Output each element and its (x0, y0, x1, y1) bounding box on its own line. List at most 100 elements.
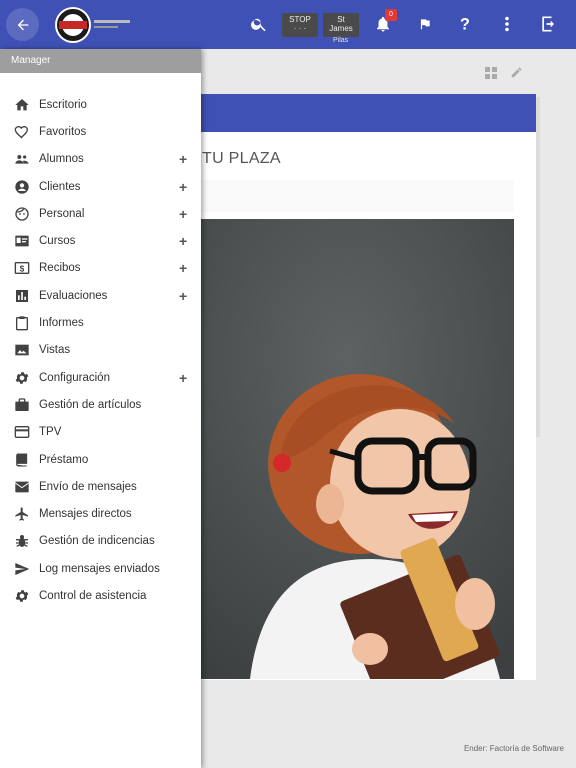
envelope-icon (14, 479, 30, 495)
center-selector-button[interactable]: STOP · · · (282, 13, 318, 37)
bar-chart-icon (14, 288, 30, 304)
menu-item[interactable]: Mensajes directos (0, 500, 201, 527)
menu-item[interactable]: Informes (0, 309, 201, 336)
dollar-bill-icon: $ (14, 260, 30, 276)
book-icon (14, 452, 30, 468)
card-divider (180, 180, 514, 212)
search-button[interactable] (247, 12, 271, 36)
svg-text:$: $ (20, 265, 25, 274)
edit-button[interactable] (510, 66, 523, 84)
footer-credit: Ender: Factoría de Software (463, 744, 564, 753)
svg-text:?: ? (460, 15, 470, 33)
menu-item-label: Alumnos (39, 153, 84, 166)
scrollbar[interactable] (536, 97, 540, 437)
menu-item-label: Personal (39, 207, 85, 220)
dashboard-view-button[interactable] (485, 66, 497, 84)
menu-item[interactable]: Gestión de artículos (0, 391, 201, 418)
airplane-icon (14, 506, 30, 522)
menu-item-label: Informes (39, 317, 84, 330)
menu-item-label: TPV (39, 426, 62, 439)
menu-item[interactable]: Escritorio (0, 91, 201, 118)
school-logo[interactable] (54, 6, 136, 44)
center-selector-line1: STOP (289, 15, 311, 24)
menu-item-label: Vistas (39, 344, 71, 357)
menu-item[interactable]: Clientes + (0, 173, 201, 200)
bug-icon (14, 533, 30, 549)
app-bar: STOP · · · St James Pilas 0 ? (0, 0, 576, 49)
menu-item-label: Envío de mensajes (39, 480, 137, 493)
card-title: TU PLAZA (202, 150, 281, 167)
logout-button[interactable] (537, 12, 561, 36)
expand-plus-icon[interactable]: + (179, 233, 187, 249)
menu-item-label: Gestión de artículos (39, 398, 142, 411)
menu-item-label: Gestión de indicencias (39, 535, 155, 548)
menu-item-label: Evaluaciones (39, 289, 108, 302)
menu-item-label: Favoritos (39, 125, 87, 138)
school-selector-sub: Pilas (333, 37, 349, 44)
school-selector-line1: St (337, 15, 345, 24)
menu-item-label: Log mensajes enviados (39, 562, 160, 575)
menu-item-label: Configuración (39, 371, 110, 384)
menu-item[interactable]: Alumnos + (0, 146, 201, 173)
menu-item[interactable]: Vistas (0, 337, 201, 364)
face-icon (14, 206, 30, 222)
pencil-icon (511, 67, 522, 78)
expand-plus-icon[interactable]: + (179, 370, 187, 386)
menu-item[interactable]: Gestión de indicencias (0, 528, 201, 555)
menu-item[interactable]: Envío de mensajes (0, 473, 201, 500)
image-icon (14, 342, 30, 358)
send-icon (14, 561, 30, 577)
briefcase-icon (14, 397, 30, 413)
menu-item-label: Recibos (39, 262, 81, 275)
gear-icon (14, 370, 30, 386)
gear-icon (14, 588, 30, 604)
dashboard-icon (485, 67, 497, 79)
school-selector-button[interactable]: St James (323, 13, 359, 37)
id-card-icon (14, 233, 30, 249)
flag-icon (420, 19, 430, 30)
menu-item[interactable]: Evaluaciones + (0, 282, 201, 309)
menu-item[interactable]: Personal + (0, 200, 201, 227)
credit-card-icon (14, 424, 30, 440)
home-icon (14, 97, 30, 113)
navigation-drawer: Manager Escritorio Favoritos Alumnos + Clien… (0, 49, 201, 768)
help-button[interactable]: ? (453, 12, 477, 36)
heart-icon (14, 124, 30, 140)
flag-button[interactable] (413, 12, 437, 36)
account-circle-icon (14, 179, 30, 195)
question-icon: ? (460, 15, 470, 33)
menu-item[interactable]: Préstamo (0, 446, 201, 473)
menu-item-label: Clientes (39, 180, 81, 193)
menu-item[interactable]: Configuración + (0, 364, 201, 391)
more-vert-icon (505, 16, 509, 32)
menu-item-label: Control de asistencia (39, 589, 147, 602)
menu-item-label: Escritorio (39, 98, 87, 111)
menu-item-label: Mensajes directos (39, 508, 132, 521)
arrow-left-icon (17, 19, 28, 30)
expand-plus-icon[interactable]: + (179, 260, 187, 276)
more-options-button[interactable] (495, 12, 519, 36)
menu-item[interactable]: $ Recibos + (0, 255, 201, 282)
school-selector-line2: James (329, 24, 353, 33)
back-button[interactable] (6, 8, 39, 41)
menu-item[interactable]: Cursos + (0, 227, 201, 254)
menu-item[interactable]: TPV (0, 419, 201, 446)
menu-item-label: Cursos (39, 235, 76, 248)
expand-plus-icon[interactable]: + (179, 179, 187, 195)
search-icon (251, 18, 266, 32)
menu-item[interactable]: Favoritos (0, 118, 201, 145)
menu-item[interactable]: Control de asistencia (0, 582, 201, 609)
notification-count-badge: 0 (385, 9, 397, 21)
drawer-header: Manager (0, 49, 201, 73)
promo-photo (180, 219, 514, 679)
expand-plus-icon[interactable]: + (179, 288, 187, 304)
card-header (180, 94, 536, 132)
menu-item-label: Préstamo (39, 453, 89, 466)
logout-icon (542, 16, 554, 32)
group-icon (14, 151, 30, 167)
expand-plus-icon[interactable]: + (179, 151, 187, 167)
menu-item[interactable]: Log mensajes enviados (0, 555, 201, 582)
clipboard-icon (14, 315, 30, 331)
expand-plus-icon[interactable]: + (179, 206, 187, 222)
center-selector-line2: · · · (293, 24, 307, 33)
